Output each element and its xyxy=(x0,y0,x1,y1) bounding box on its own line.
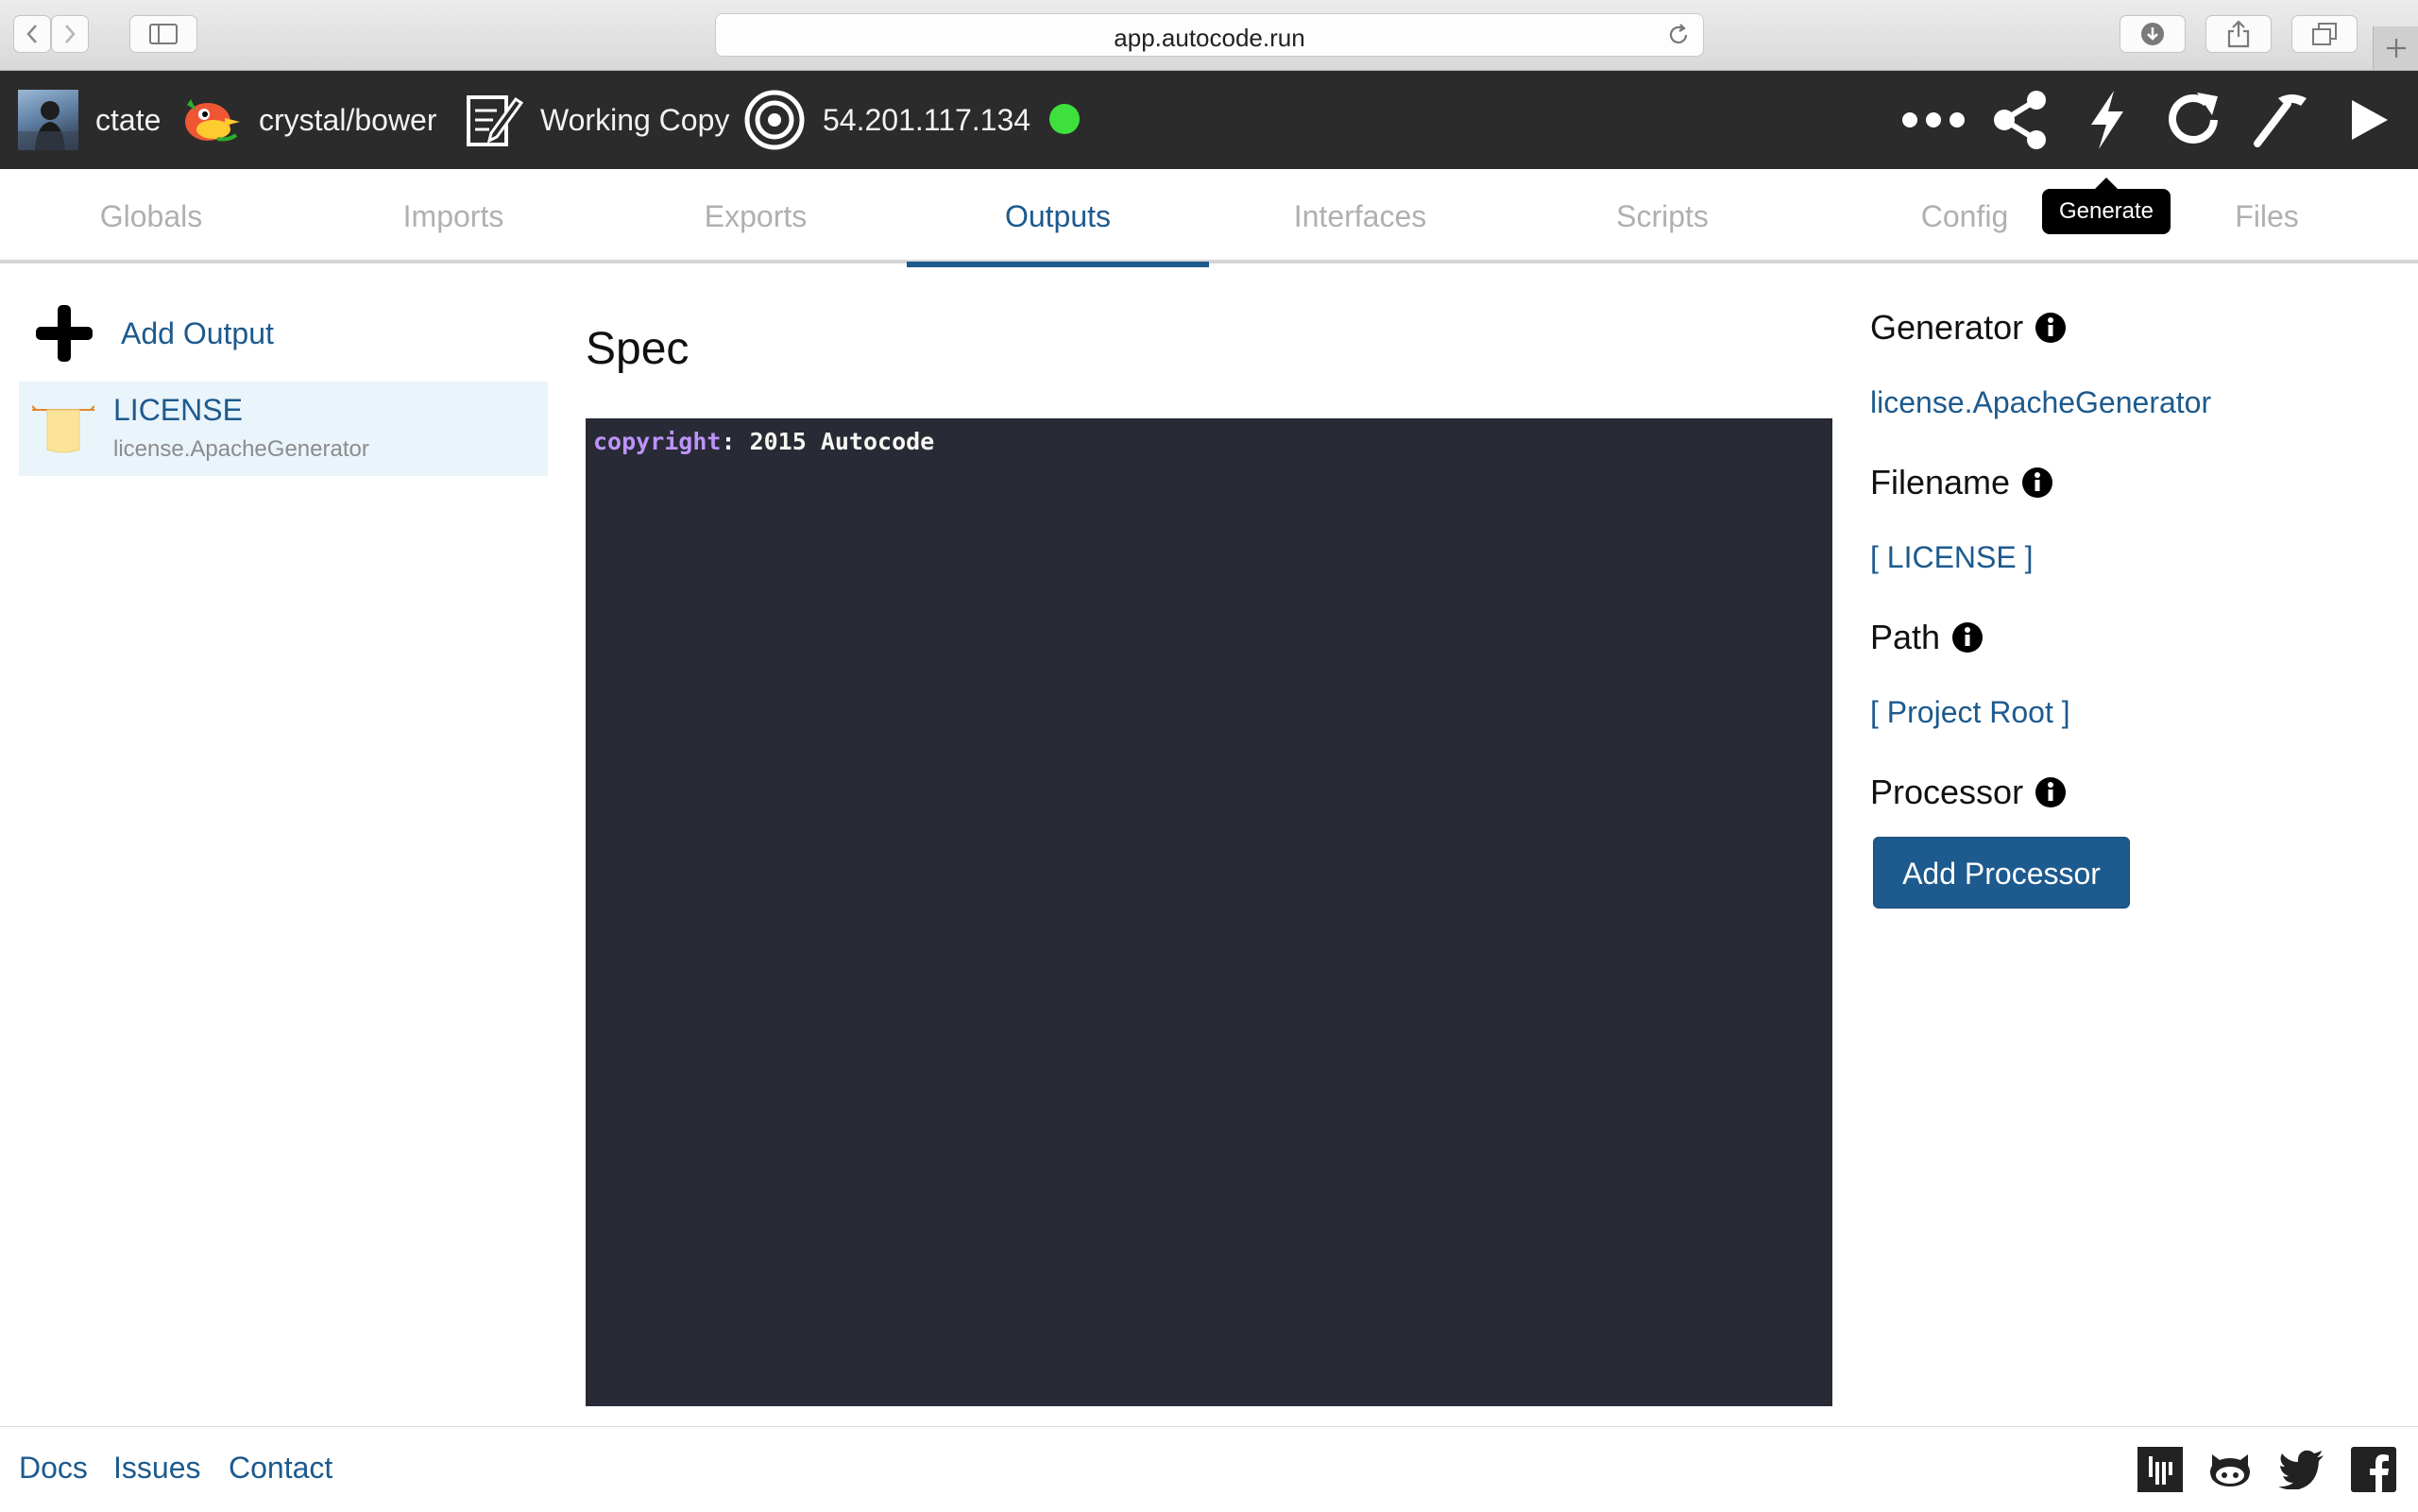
filename-value-link[interactable]: [ LICENSE ] xyxy=(1870,540,2034,575)
output-name: LICENSE xyxy=(113,393,243,427)
plus-icon xyxy=(36,305,93,362)
hammer-icon xyxy=(2254,94,2307,147)
tab-outputs[interactable]: Outputs xyxy=(907,169,1209,267)
edit-document-icon xyxy=(467,95,523,146)
username[interactable]: ctate xyxy=(95,103,161,138)
processor-label: Processor xyxy=(1870,773,2024,811)
footer-link-issues[interactable]: Issues xyxy=(113,1451,200,1486)
generator-value-link[interactable]: license.ApacheGenerator xyxy=(1870,385,2211,420)
footer: Docs Issues Contact xyxy=(0,1426,2418,1512)
edit-icon-wrap xyxy=(463,71,523,169)
more-button[interactable] xyxy=(1900,87,1967,153)
chevron-right-icon xyxy=(65,25,76,43)
generator-heading: Generator xyxy=(1870,308,2067,348)
facebook-icon xyxy=(2351,1447,2396,1492)
generate-tooltip: Generate xyxy=(2042,189,2171,234)
tab-interfaces[interactable]: Interfaces xyxy=(1209,169,1511,263)
run-button[interactable] xyxy=(2335,87,2401,153)
share-icon xyxy=(2227,20,2250,48)
app-toolbar: ctate crystal/bower Working Copy 54.201.… xyxy=(0,71,2418,169)
bird-icon xyxy=(185,99,240,142)
info-icon[interactable] xyxy=(2021,467,2053,499)
new-tab-button[interactable] xyxy=(2373,26,2418,70)
path-heading: Path xyxy=(1870,618,1984,657)
sidebar-icon xyxy=(149,24,178,44)
tabs-icon xyxy=(2312,23,2337,45)
twitter-link[interactable] xyxy=(2278,1446,2325,1493)
processor-heading: Processor xyxy=(1870,773,2067,812)
share-nodes-icon xyxy=(1994,91,2046,149)
footer-link-contact[interactable]: Contact xyxy=(229,1451,332,1486)
gitter-link[interactable] xyxy=(2137,1446,2184,1493)
tab-globals[interactable]: Globals xyxy=(0,169,302,263)
user-photo-icon xyxy=(18,101,78,150)
add-output-button[interactable]: Add Output xyxy=(34,300,274,366)
info-icon[interactable] xyxy=(1951,621,1984,654)
browser-chrome: app.autocode.run xyxy=(0,0,2418,71)
branch-name[interactable]: Working Copy xyxy=(540,103,729,138)
server-ip[interactable]: 54.201.117.134 xyxy=(823,103,1030,138)
generator-label: Generator xyxy=(1870,308,2024,347)
output-generator: license.ApacheGenerator xyxy=(113,436,369,462)
tooltip-arrow xyxy=(2095,178,2118,189)
tab-exports[interactable]: Exports xyxy=(604,169,907,263)
chevron-left-icon xyxy=(26,25,37,43)
github-icon xyxy=(2210,1454,2250,1487)
more-dots-icon xyxy=(1902,112,1965,127)
share-button[interactable] xyxy=(2205,15,2272,53)
tabs-overview-button[interactable] xyxy=(2291,15,2358,53)
filename-heading: Filename xyxy=(1870,463,2053,502)
share-action-button[interactable] xyxy=(1987,87,2053,153)
repo-name[interactable]: crystal/bower xyxy=(259,103,437,138)
add-processor-button[interactable]: Add Processor xyxy=(1873,837,2130,909)
forward-button[interactable] xyxy=(51,15,89,53)
target-icon xyxy=(744,90,805,150)
add-output-label: Add Output xyxy=(121,315,274,350)
spec-code-editor[interactable]: copyright: 2015 Autocode xyxy=(586,418,1832,1406)
tab-scripts[interactable]: Scripts xyxy=(1511,169,1814,263)
path-label: Path xyxy=(1870,618,1941,656)
play-icon xyxy=(2352,100,2388,140)
info-icon[interactable] xyxy=(2035,776,2067,808)
code-key: copyright xyxy=(593,428,722,455)
server-status-indicator xyxy=(1049,104,1080,134)
github-link[interactable] xyxy=(2206,1446,2254,1493)
bower-logo xyxy=(179,71,242,169)
code-value: : 2015 Autocode xyxy=(721,428,935,455)
license-scroll-icon xyxy=(32,405,94,453)
downloads-button[interactable] xyxy=(2120,15,2186,53)
address-bar[interactable]: app.autocode.run xyxy=(715,13,1704,57)
lightning-bolt-icon xyxy=(2091,91,2123,149)
spec-title: Spec xyxy=(586,324,690,374)
facebook-link[interactable] xyxy=(2350,1446,2397,1493)
url-text: app.autocode.run xyxy=(1114,24,1305,52)
output-list-item[interactable]: LICENSE license.ApacheGenerator xyxy=(19,382,548,476)
plus-icon xyxy=(2387,39,2406,58)
back-button[interactable] xyxy=(13,15,51,53)
gitter-icon xyxy=(2137,1447,2183,1492)
reload-icon[interactable] xyxy=(1665,22,1692,48)
tab-imports[interactable]: Imports xyxy=(302,169,604,263)
filename-label: Filename xyxy=(1870,463,2011,501)
refresh-button[interactable] xyxy=(2161,87,2227,153)
info-icon[interactable] xyxy=(2035,312,2067,344)
path-value-link[interactable]: [ Project Root ] xyxy=(1870,695,2070,730)
generate-button[interactable] xyxy=(2074,87,2140,153)
avatar[interactable] xyxy=(18,90,78,150)
target-icon-wrap xyxy=(743,71,806,169)
download-icon xyxy=(2141,23,2164,45)
footer-link-docs[interactable]: Docs xyxy=(19,1451,88,1486)
build-button[interactable] xyxy=(2248,87,2314,153)
sidebar-toggle-button[interactable] xyxy=(129,15,197,53)
twitter-icon xyxy=(2278,1450,2324,1489)
refresh-icon xyxy=(2169,93,2218,144)
